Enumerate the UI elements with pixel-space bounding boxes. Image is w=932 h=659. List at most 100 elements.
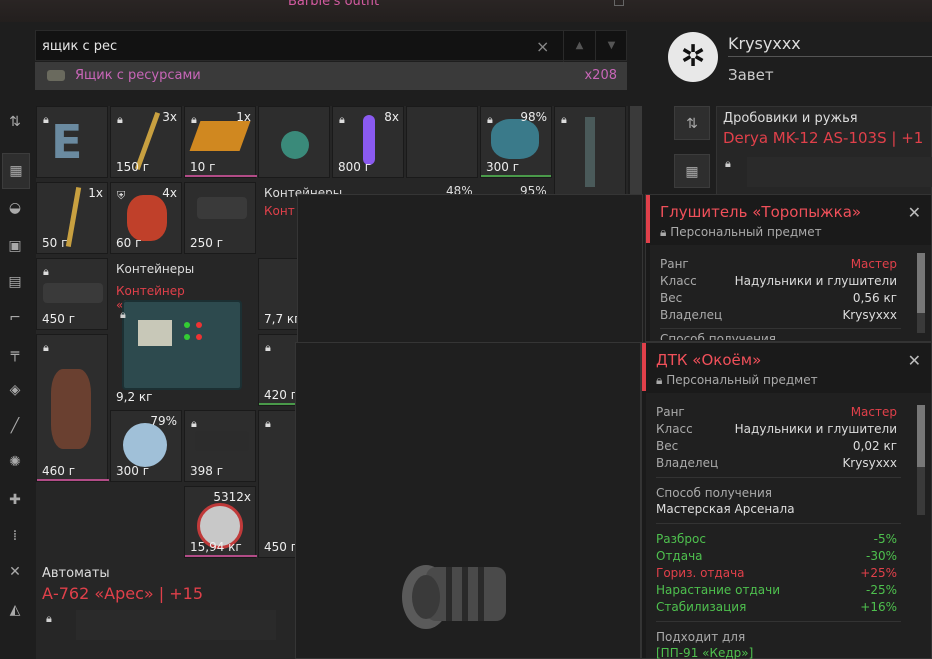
close-icon[interactable]: ✕ [908,203,921,222]
pin-icon[interactable] [614,0,624,6]
inventory-cell[interactable]: E 🔒︎ [36,106,108,178]
inventory-cell[interactable]: 🔒︎ 398 г [184,410,256,482]
inventory-cell[interactable]: 🔒︎ 460 г [36,334,109,482]
search-bar[interactable]: ящик с рес × ▲ ▼ [35,30,627,62]
lock-icon: 🔒︎ [43,265,49,278]
scroll-up-button[interactable]: ▲ [563,31,595,62]
fits-label: Подходит для [656,630,746,644]
stat-key: Класс [660,274,697,288]
inventory-cell[interactable]: 5312x 15,94 кг [184,486,257,558]
rarity-bar [37,479,109,481]
medkit-icon[interactable]: ✚ [0,483,30,517]
ammo-icon[interactable]: ⁞ [0,519,30,553]
top-bar: Barbie's outfit [0,0,932,22]
item-count: 98% [520,110,547,124]
inventory-cell[interactable]: 🔒︎ 8x 800 г [332,106,404,178]
tools-icon[interactable]: ✕ [0,555,30,589]
container-box-icon [122,300,242,390]
item-count: 3x [162,110,177,124]
inventory-cell[interactable] [258,106,330,178]
torch-icon [65,187,82,247]
lock-icon: 🔒︎ [120,308,126,321]
inventory-cell[interactable]: 79% 300 г [110,410,182,482]
item-weight: 7,7 кг [264,312,301,326]
personal-text: Персональный предмет [670,225,822,239]
sort-icon[interactable]: ⇅ [674,106,710,140]
fits-value: [ПП-91 «Кедр»] [656,646,754,659]
inventory-scrollbar[interactable] [630,106,642,206]
grid-view-icon[interactable]: ▦ [674,154,710,188]
inventory-cell[interactable]: 🔒︎ [554,106,626,196]
character-name: Krysyxxx [728,34,801,53]
inventory-cell[interactable]: ⛨ 4x 60 г [110,182,182,254]
item-weight: 300 г [116,464,150,478]
item-weight: 250 г [190,236,224,250]
stat-key: Разброс [656,532,706,546]
pistol-icon[interactable]: ╤ [0,337,30,371]
obtain-value: Мастерская Арсенала [656,502,795,516]
armor-icon[interactable]: ▣ [0,229,30,263]
clear-search-icon[interactable]: × [536,37,549,56]
item-count: 8x [384,110,399,124]
backpack-icon[interactable]: ▤ [0,265,30,299]
rifles-category[interactable]: Автоматы А-762 «Арес» | +15 🔒︎ [36,562,300,659]
item-weight: 300 г [486,160,520,174]
letter-e-icon: E [51,115,83,169]
crystal-icon [491,119,539,159]
inventory-cell[interactable]: 250 г [184,182,256,254]
rifle-image [76,610,276,640]
rarity-bar [185,175,257,177]
item-weight: 50 г [42,236,68,250]
stat-key: Класс [656,422,693,436]
artifact-icon[interactable]: ✺ [0,445,30,479]
search-suggestion[interactable]: Ящик с ресурсами x208 [35,62,627,90]
stat-key: Гориз. отдача [656,566,745,580]
item-weight: 450 г [42,312,76,326]
obtain-label: Способ получения [660,332,777,340]
misc-icon[interactable]: ◭ [0,593,30,627]
personal-item-label: 🔒︎ Персональный предмет [660,225,822,239]
lock-icon: 🔒︎ [43,113,49,126]
tooltip-title: ДТК «Окоём» [656,351,762,369]
inventory-cell[interactable]: 🔒︎ 98% 300 г [480,106,552,178]
item-weight: 420 г [264,388,298,402]
stat-value: 0,02 кг [852,439,897,453]
stat-key: Ранг [656,405,685,419]
helmet-icon[interactable]: ◒ [0,191,30,225]
close-icon[interactable]: ✕ [908,351,921,370]
stat-value: Мастер [850,405,897,419]
durability-bar [259,403,299,405]
stat-row: Класс Надульники и глушители [656,422,897,438]
led-icon [184,334,190,340]
grenade-icon[interactable]: ◈ [0,373,30,407]
tooltip-scrollbar-thumb[interactable] [917,405,925,467]
sort-icon[interactable]: ⇅ [0,105,30,139]
stat-value: -5% [873,532,897,546]
character-header: ✲ Krysyxxx Завет [648,22,932,102]
durability-bar [481,175,551,177]
item-tooltip-muzzle-brake: ДТК «Окоём» ✕ 🔒︎ Персональный предмет Ра… [641,342,932,659]
stat-key: Ранг [660,257,689,271]
search-input[interactable]: ящик с рес [42,39,117,54]
stat-row: Владелец Krysyxxx [656,456,897,472]
slot-header: Дробовики и ружья [723,111,858,126]
inventory-cell[interactable]: 🔒︎ 3x 150 г [110,106,182,178]
container-card[interactable]: Контейнеры Контейнер «Берлога-6» 🔒︎ 9,2 … [110,258,256,408]
grid-view-icon[interactable]: ▦ [2,153,30,189]
knife-icon[interactable]: ╱ [0,409,30,443]
resource-box-icon [47,70,65,81]
game-inventory-screen: Barbie's outfit ящик с рес × ▲ ▼ Ящик с … [0,0,932,659]
scroll-down-button[interactable]: ▼ [595,31,627,62]
personal-item-label: 🔒︎ Персональный предмет [656,373,818,387]
badge-icon [189,121,251,151]
inventory-cell[interactable]: 🔒︎ 1x 10 г [184,106,257,178]
tooltip-body: Ранг Мастер Класс Надульники и глушители В… [650,245,931,341]
rifle-icon[interactable]: ⌐ [0,301,30,335]
inventory-cell[interactable] [406,106,478,178]
weapon-slot[interactable]: Дробовики и ружья Derya MK-12 AS-103S | … [716,106,932,196]
stat-key: Вес [660,291,683,305]
tooltip-scrollbar-thumb[interactable] [917,253,925,313]
inventory-cell[interactable]: 🔒︎ 450 г [36,258,108,330]
item-count: 4x [162,186,177,200]
inventory-cell[interactable]: 1x 50 г [36,182,108,254]
